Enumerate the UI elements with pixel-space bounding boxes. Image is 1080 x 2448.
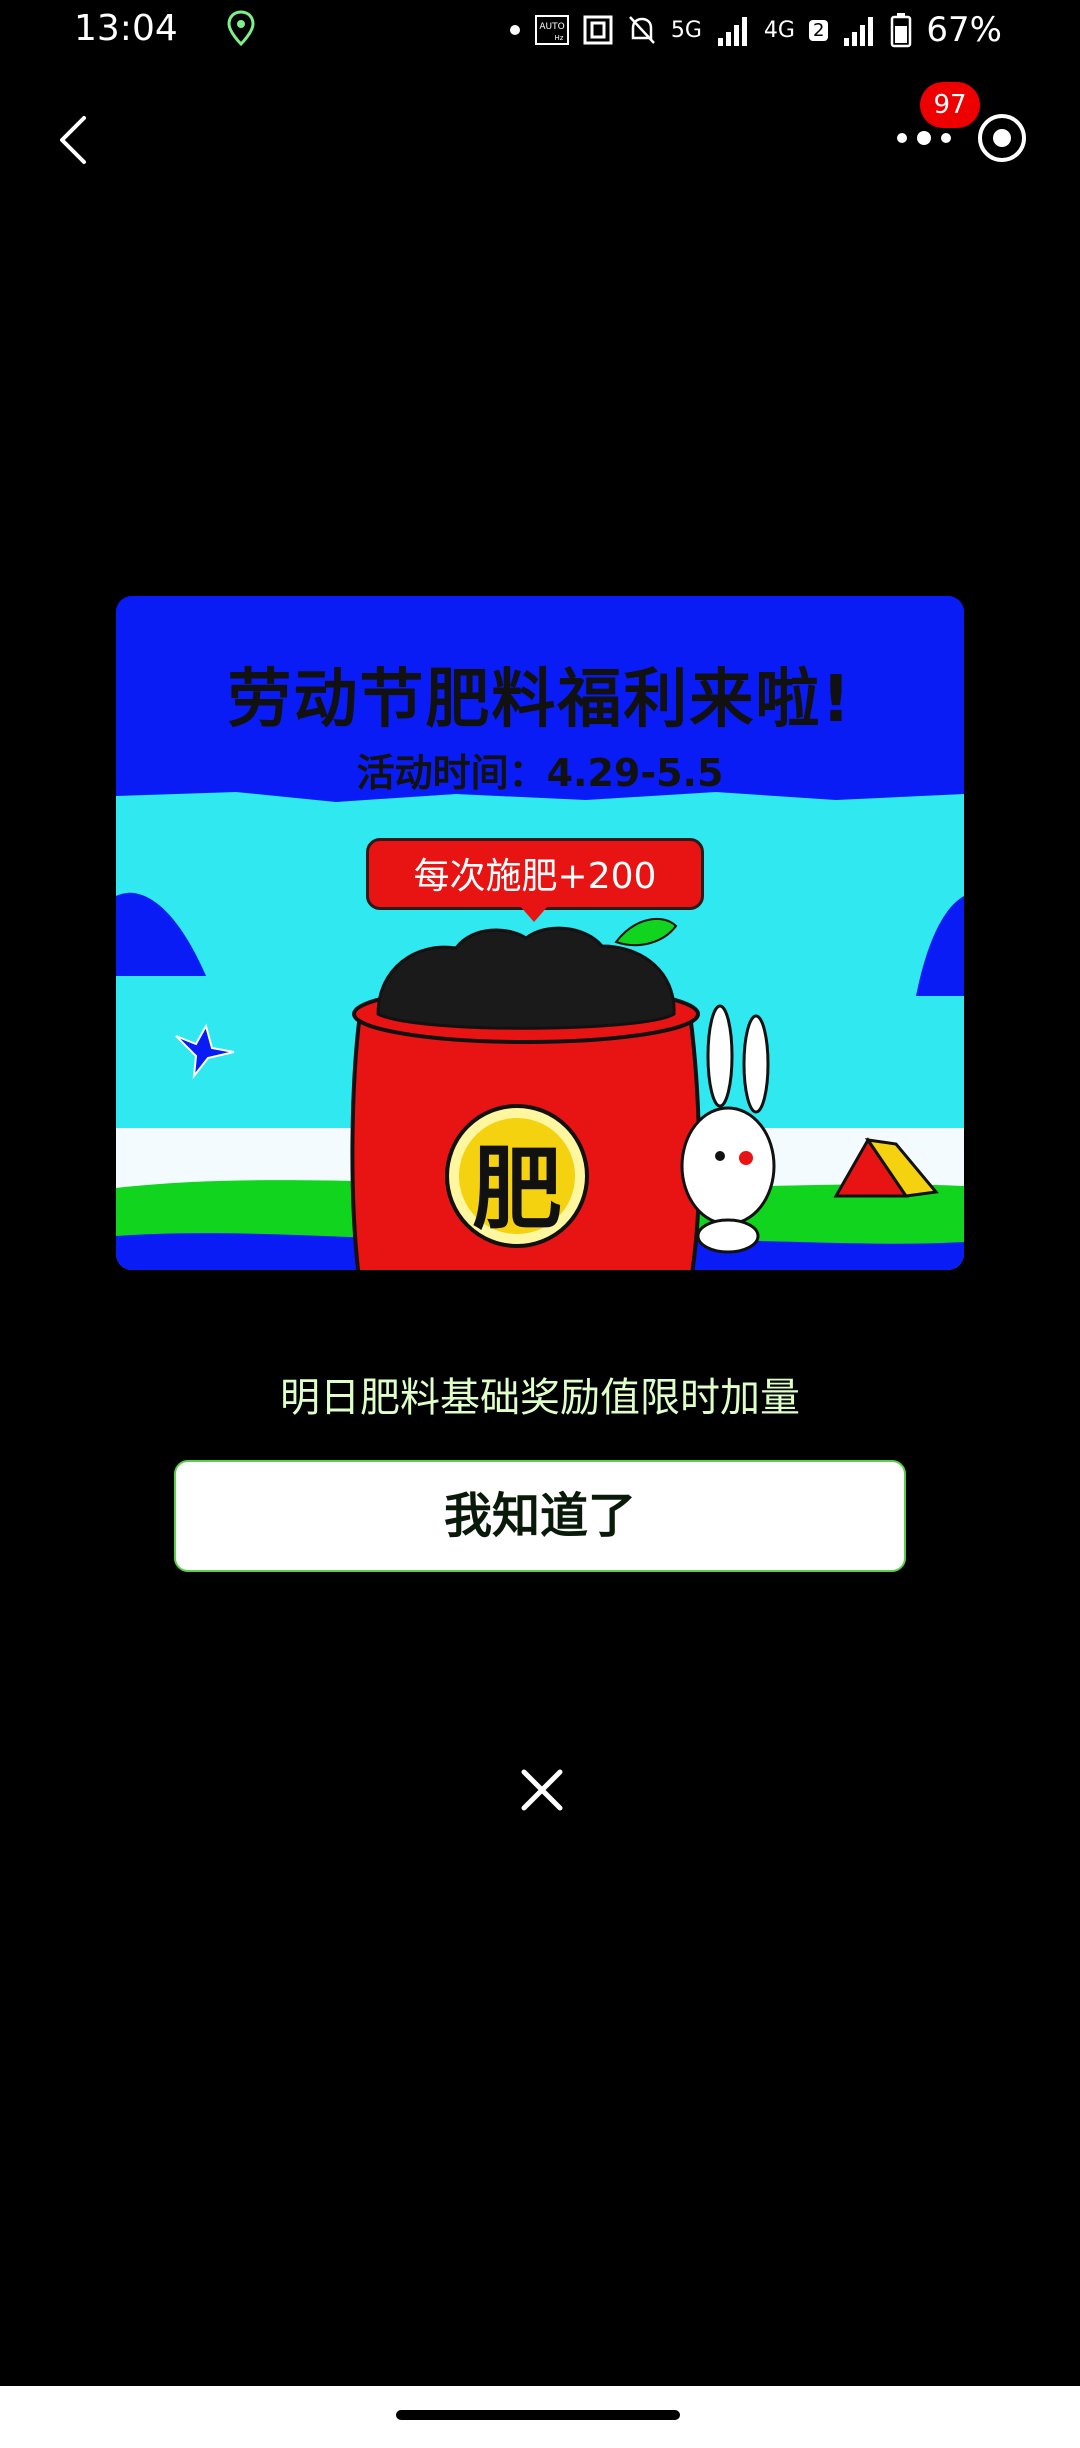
svg-text:Hz: Hz — [554, 34, 563, 42]
signal-icon-sim1 — [717, 17, 747, 46]
banner-subtitle: 活动时间：4.29-5.5 — [356, 751, 724, 795]
auto-hz-icon: AUTO Hz — [534, 15, 569, 45]
dot-icon — [509, 25, 520, 35]
mute-bell-icon — [628, 16, 655, 44]
fertilizer-bag-label: 肥 — [472, 1137, 562, 1242]
back-button[interactable] — [50, 110, 94, 170]
confirm-button[interactable]: 我知道了 — [174, 1460, 906, 1572]
signal-icon-sim2 — [844, 17, 874, 46]
record-target-button[interactable] — [976, 112, 1028, 164]
close-icon[interactable] — [510, 1758, 574, 1822]
banner-title: 劳动节肥料福利来啦! — [227, 663, 853, 737]
reward-bubble: 每次施肥+200 — [366, 838, 704, 910]
promo-banner[interactable]: 劳动节肥料福利来啦! 活动时间：4.29-5.5 每次施肥+200 肥 — [116, 596, 964, 1270]
svg-text:AUTO: AUTO — [539, 22, 564, 32]
notification-badge: 97 — [920, 82, 980, 128]
network-4g-label: 4G — [763, 17, 795, 43]
sim2-badge: 2 — [808, 19, 829, 41]
nfc-icon — [583, 15, 613, 45]
battery-icon — [891, 13, 912, 48]
battery-percent: 67% — [926, 10, 1002, 50]
reward-bubble-tail — [520, 906, 548, 922]
home-indicator[interactable] — [396, 2410, 680, 2420]
status-icons: AUTO Hz 5G 4G 2 67% — [509, 8, 1002, 52]
dialog-message: 明日肥料基础奖励值限时加量 — [280, 1375, 800, 1421]
network-5g-label: 5G — [670, 17, 702, 43]
status-time: 13:04 — [74, 8, 178, 49]
location-icon — [227, 10, 255, 46]
